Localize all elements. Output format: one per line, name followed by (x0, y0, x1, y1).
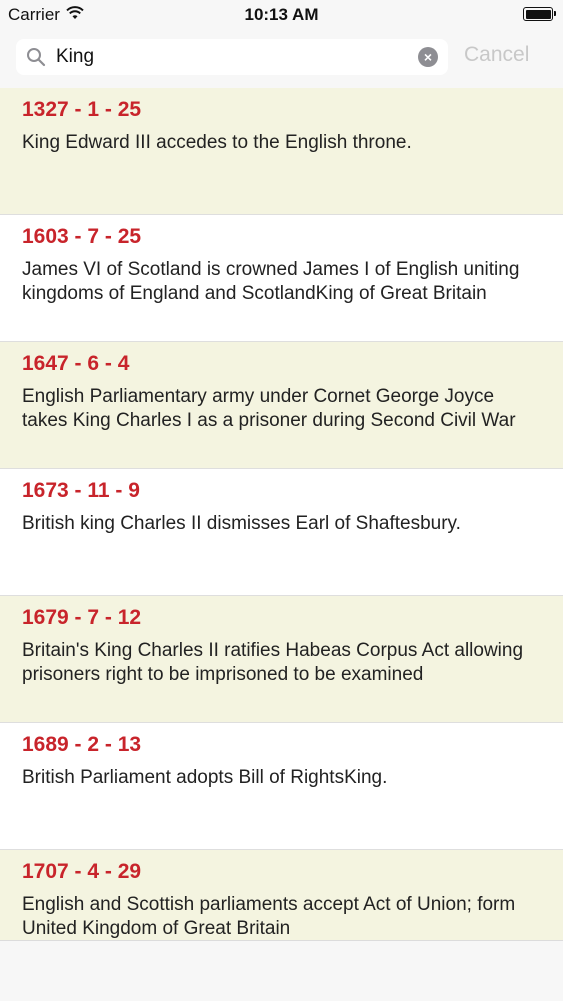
bottom-bar (0, 940, 563, 1001)
event-date: 1603 - 7 - 25 (22, 225, 142, 248)
search-input[interactable] (56, 39, 416, 75)
status-time: 10:13 AM (244, 5, 319, 24)
event-date: 1689 - 2 - 13 (22, 733, 142, 756)
event-date: 1327 - 1 - 25 (22, 98, 142, 121)
event-text: British king Charles II dismisses Earl o… (22, 513, 461, 534)
list-item[interactable]: 1673 - 11 - 9 British king Charles II di… (0, 469, 563, 596)
event-text: James VI of Scotland is crowned James I … (22, 259, 520, 304)
event-text: Britain's King Charles II ratifies Habea… (22, 640, 524, 685)
event-date: 1679 - 7 - 12 (22, 606, 142, 629)
event-text: English and Scottish parliaments accept … (22, 894, 516, 939)
clear-icon[interactable]: × (418, 47, 438, 67)
search-icon (26, 47, 46, 67)
event-text: British Parliament adopts Bill of Rights… (22, 767, 388, 788)
list-item[interactable]: 1707 - 4 - 29 English and Scottish parli… (0, 850, 563, 940)
list-item[interactable]: 1603 - 7 - 25 James VI of Scotland is cr… (0, 215, 563, 342)
event-list[interactable]: 1327 - 1 - 25 King Edward III accedes to… (0, 88, 563, 940)
search-bar: × Cancel (0, 30, 563, 89)
event-text: English Parliamentary army under Cornet … (22, 386, 516, 431)
list-item[interactable]: 1327 - 1 - 25 King Edward III accedes to… (0, 88, 563, 215)
battery-icon (523, 7, 556, 21)
event-date: 1673 - 11 - 9 (22, 479, 140, 502)
list-item[interactable]: 1647 - 6 - 4 English Parliamentary army … (0, 342, 563, 469)
status-bar: Carrier 10:13 AM (0, 0, 563, 30)
event-date: 1707 - 4 - 29 (22, 860, 142, 883)
event-text: King Edward III accedes to the English t… (22, 132, 412, 153)
event-date: 1647 - 6 - 4 (22, 352, 130, 375)
list-item[interactable]: 1689 - 2 - 13 British Parliament adopts … (0, 723, 563, 850)
cancel-button[interactable]: Cancel (464, 43, 529, 67)
list-item[interactable]: 1679 - 7 - 12 Britain's King Charles II … (0, 596, 563, 723)
search-field[interactable]: × (16, 39, 448, 75)
